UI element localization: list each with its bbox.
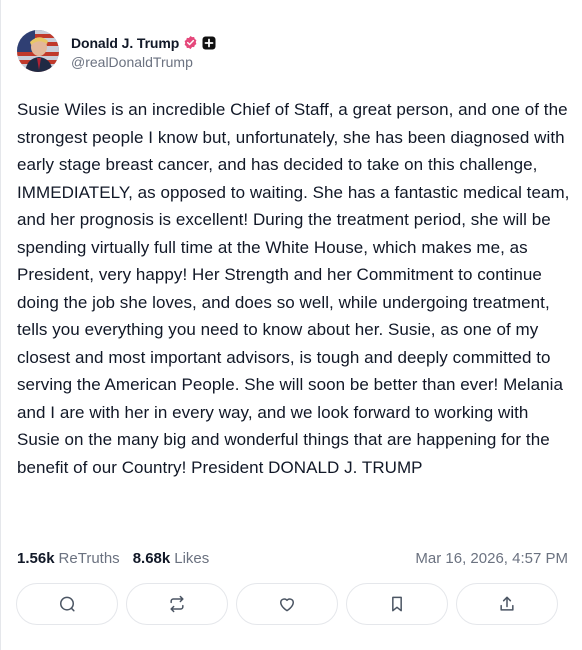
reply-button[interactable] — [16, 583, 118, 625]
left-divider — [0, 0, 1, 650]
display-name[interactable]: Donald J. Trump — [71, 35, 179, 51]
post-timestamp[interactable]: Mar 16, 2026, 4:57 PM — [415, 550, 568, 567]
share-button[interactable] — [456, 583, 558, 625]
like-button[interactable] — [236, 583, 338, 625]
retruth-button[interactable] — [126, 583, 228, 625]
author-info: Donald J. Trump @realDonaldTrump — [71, 33, 216, 70]
post-stats: 1.56k ReTruths 8.68k Likes Mar 16, 2026,… — [17, 547, 568, 569]
likes-count[interactable]: 8.68k — [133, 550, 171, 567]
action-bar — [16, 583, 558, 625]
post-card: Donald J. Trump @realDonaldTrump Susie W… — [0, 0, 582, 650]
share-icon — [500, 596, 514, 611]
user-handle[interactable]: @realDonaldTrump — [71, 54, 216, 70]
retruths-count[interactable]: 1.56k — [17, 550, 55, 567]
post-header: Donald J. Trump @realDonaldTrump — [17, 28, 216, 74]
repost-icon — [170, 595, 184, 613]
bookmark-button[interactable] — [346, 583, 448, 625]
heart-icon — [280, 598, 294, 612]
bookmark-icon — [392, 596, 402, 612]
post-body-text: Susie Wiles is an incredible Chief of St… — [17, 100, 570, 477]
comment-icon — [60, 596, 75, 612]
avatar[interactable] — [17, 30, 59, 72]
plus-badge-icon — [202, 36, 216, 50]
likes-label[interactable]: Likes — [174, 550, 209, 567]
name-row: Donald J. Trump — [71, 33, 216, 53]
retruths-label[interactable]: ReTruths — [59, 550, 120, 567]
verified-badge-icon — [183, 35, 198, 50]
